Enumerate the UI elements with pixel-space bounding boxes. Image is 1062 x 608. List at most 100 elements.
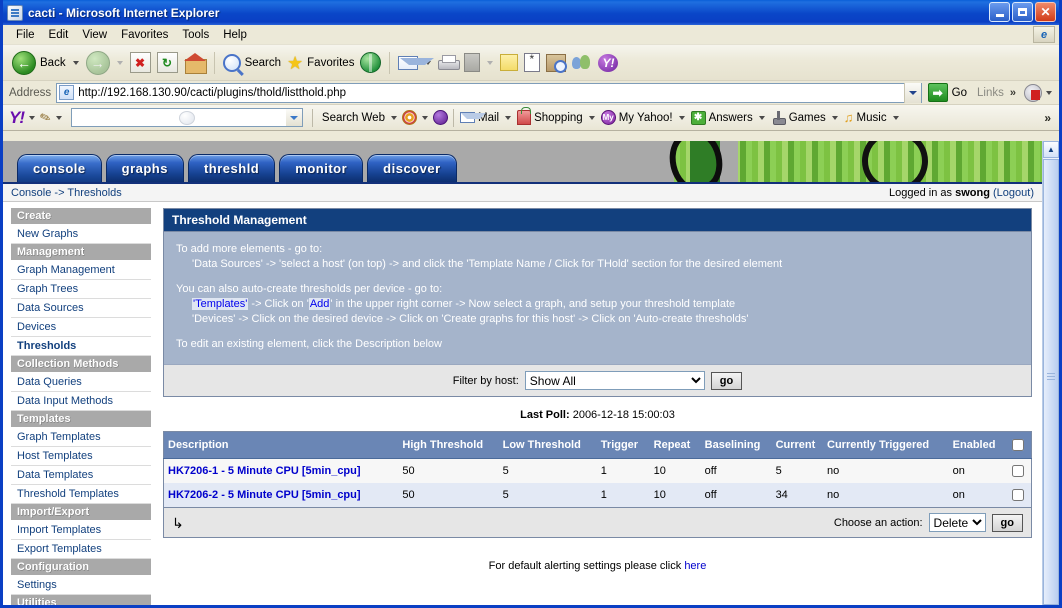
th-description[interactable]: Description: [163, 431, 399, 459]
th-current[interactable]: Current: [771, 431, 823, 459]
address-input[interactable]: e http://192.168.130.90/cacti/plugins/th…: [56, 82, 922, 103]
add-link[interactable]: Add: [308, 298, 331, 310]
scrollbar-thumb[interactable]: [1043, 159, 1059, 605]
menu-tools[interactable]: Tools: [175, 27, 216, 43]
pdf-dropdown-icon[interactable]: [1046, 90, 1052, 95]
th-baselining[interactable]: Baselining: [700, 431, 772, 459]
sidebar-item-thresholds[interactable]: Thresholds: [11, 337, 151, 356]
sidebar-item-settings[interactable]: Settings: [11, 576, 151, 595]
yahoo-answers-button[interactable]: ✱ Answers: [690, 110, 754, 125]
print-button[interactable]: [435, 48, 461, 78]
threshold-link[interactable]: HK7206-2 - 5 Minute CPU [5min_cpu]: [168, 489, 361, 501]
pencil-icon[interactable]: ✎: [38, 108, 54, 127]
sidebar-item-host-templates[interactable]: Host Templates: [11, 447, 151, 466]
refresh-button[interactable]: ↻: [154, 48, 181, 78]
yahoo-search-dropdown[interactable]: [285, 109, 302, 126]
tab-threshld[interactable]: threshld: [187, 154, 276, 182]
th-high-threshold[interactable]: High Threshold: [398, 431, 499, 459]
yahoo-shopping-button[interactable]: Shopping: [516, 107, 584, 125]
target-dropdown-icon[interactable]: [421, 115, 428, 120]
sidebar-item-graph-templates[interactable]: Graph Templates: [11, 428, 151, 447]
home-button[interactable]: [181, 48, 209, 78]
logout-link[interactable]: (Logout): [993, 187, 1034, 199]
yahoo-search-input[interactable]: [70, 108, 303, 127]
target-icon[interactable]: [401, 110, 417, 125]
templates-link[interactable]: 'Templates': [192, 298, 249, 310]
menu-help[interactable]: Help: [216, 27, 254, 43]
sidebar-item-devices[interactable]: Devices: [11, 318, 151, 337]
messenger-button[interactable]: [569, 48, 595, 78]
filter-host-select[interactable]: Show All: [524, 371, 705, 390]
sidebar-item-export-templates[interactable]: Export Templates: [11, 540, 151, 559]
yahoo-overflow-icon[interactable]: »: [1044, 111, 1051, 125]
favorites-button[interactable]: ★ Favorites: [284, 48, 357, 78]
tab-monitor[interactable]: monitor: [279, 154, 364, 182]
menu-view[interactable]: View: [75, 27, 114, 43]
back-button[interactable]: ← Back: [9, 48, 69, 78]
action-select[interactable]: Delete: [928, 513, 986, 532]
my-yahoo-dropdown-icon[interactable]: [678, 115, 685, 120]
go-button[interactable]: ➡ Go: [927, 83, 967, 102]
yahoo-shopping-dropdown-icon[interactable]: [588, 115, 595, 120]
select-all-checkbox[interactable]: [1011, 439, 1024, 451]
th-low-threshold[interactable]: Low Threshold: [498, 431, 597, 459]
research-button[interactable]: [543, 48, 569, 78]
history-button[interactable]: [521, 48, 543, 78]
links-chevron-icon[interactable]: »: [1010, 87, 1016, 99]
tab-console[interactable]: console: [17, 154, 102, 182]
sidebar-item-threshold-templates[interactable]: Threshold Templates: [11, 485, 151, 504]
breadcrumb[interactable]: Console -> Thresholds: [11, 187, 122, 199]
vertical-scrollbar[interactable]: ▲: [1042, 141, 1059, 605]
filter-go-button[interactable]: go: [710, 371, 743, 390]
sidebar-item-import-templates[interactable]: Import Templates: [11, 521, 151, 540]
maximize-button[interactable]: [1012, 2, 1033, 22]
my-yahoo-button[interactable]: My My Yahoo!: [600, 110, 674, 125]
sidebar-item-data-queries[interactable]: Data Queries: [11, 373, 151, 392]
th-repeat[interactable]: Repeat: [649, 431, 701, 459]
notes-button[interactable]: [497, 48, 521, 78]
mail-button[interactable]: [395, 48, 435, 78]
row-checkbox[interactable]: [1011, 489, 1024, 501]
media-button[interactable]: [357, 48, 384, 78]
action-go-button[interactable]: go: [991, 513, 1023, 532]
yahoo-music-button[interactable]: ♫ Music: [843, 111, 888, 124]
address-dropdown-button[interactable]: [903, 82, 921, 103]
tab-graphs[interactable]: graphs: [105, 154, 184, 182]
yahoo-button[interactable]: Y!: [595, 48, 621, 78]
close-button[interactable]: ✕: [1035, 2, 1056, 22]
yahoo-logo-dropdown-icon[interactable]: [29, 115, 35, 120]
forward-button[interactable]: →: [83, 48, 113, 78]
sidebar-item-data-templates[interactable]: Data Templates: [11, 466, 151, 485]
th-enabled[interactable]: Enabled: [948, 431, 1004, 459]
sidebar-item-graph-management[interactable]: Graph Management: [11, 261, 151, 280]
search-web-button[interactable]: Search Web: [318, 112, 386, 124]
default-alerting-link[interactable]: here: [684, 560, 706, 572]
menu-favorites[interactable]: Favorites: [114, 27, 175, 43]
menu-edit[interactable]: Edit: [42, 27, 76, 43]
yahoo-answers-dropdown-icon[interactable]: [758, 115, 765, 120]
pencil-dropdown-icon[interactable]: [55, 115, 62, 120]
yahoo-music-dropdown-icon[interactable]: [892, 115, 899, 120]
sidebar-item-data-sources[interactable]: Data Sources: [11, 299, 151, 318]
search-button[interactable]: Search: [220, 48, 284, 78]
sidebar-item-graph-trees[interactable]: Graph Trees: [11, 280, 151, 299]
pdf-toolbar-icon[interactable]: [1024, 83, 1042, 102]
back-dropdown-icon[interactable]: [72, 60, 79, 65]
yahoo-mail-dropdown-icon[interactable]: [505, 115, 512, 120]
yahoo-games-dropdown-icon[interactable]: [831, 115, 838, 120]
menu-file[interactable]: File: [9, 27, 42, 43]
yahoo-mail-button[interactable]: Mail: [459, 112, 500, 124]
row-checkbox[interactable]: [1011, 465, 1024, 477]
minimize-button[interactable]: [989, 2, 1010, 22]
table-row[interactable]: HK7206-1 - 5 Minute CPU [5min_cpu] 50 5 …: [163, 458, 1032, 483]
search-web-dropdown-icon[interactable]: [390, 115, 397, 120]
yahoo-games-button[interactable]: Games: [770, 110, 827, 125]
th-trigger[interactable]: Trigger: [596, 431, 650, 459]
edit-page-button[interactable]: [461, 48, 483, 78]
stop-button[interactable]: ✖: [127, 48, 154, 78]
sidebar-item-data-input-methods[interactable]: Data Input Methods: [11, 392, 151, 411]
headphone-icon[interactable]: [432, 110, 448, 125]
yahoo-logo-icon[interactable]: Y!: [9, 108, 25, 128]
table-row[interactable]: HK7206-2 - 5 Minute CPU [5min_cpu] 50 5 …: [163, 483, 1032, 508]
threshold-link[interactable]: HK7206-1 - 5 Minute CPU [5min_cpu]: [168, 465, 361, 477]
